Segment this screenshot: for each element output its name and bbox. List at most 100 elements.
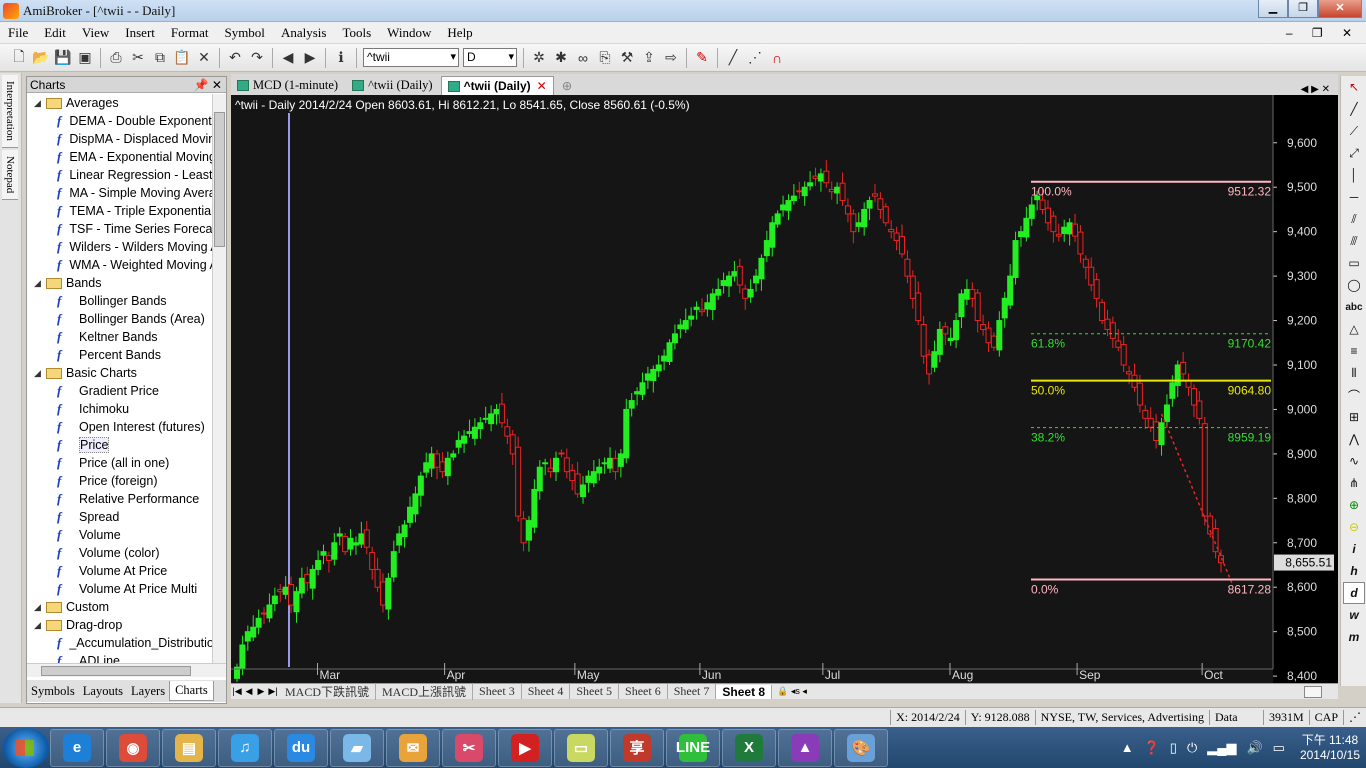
open-folder-icon[interactable]: 📂 <box>31 48 51 68</box>
new-tab-icon[interactable]: ⊕ <box>556 76 578 95</box>
tree-item[interactable]: f Bollinger Bands (Area) <box>27 310 213 328</box>
tree-item[interactable]: f Linear Regression - Least Squares <box>27 166 213 184</box>
tree-item[interactable]: f Wilders - Wilders Moving Average <box>27 238 213 256</box>
tree-horizontal-scrollbar[interactable] <box>27 663 226 677</box>
tab-charts[interactable]: Charts <box>169 681 214 701</box>
first-sheet-icon[interactable]: |◀ <box>231 686 243 697</box>
save-all-icon[interactable]: ▣ <box>75 48 95 68</box>
taskbar-app-file-explorer[interactable]: ▤ <box>162 728 216 767</box>
taskbar-app-chrome[interactable]: ◉ <box>106 728 160 767</box>
menu-format[interactable]: Format <box>163 25 217 41</box>
doc-tab-mcd[interactable]: MCD (1-minute) <box>231 76 344 95</box>
tree-vertical-scrollbar[interactable] <box>212 94 226 663</box>
menu-tools[interactable]: Tools <box>334 25 379 41</box>
clock[interactable]: 下午 11:48 2014/10/15 <box>1300 733 1360 763</box>
taskbar-app-mail[interactable]: ✉ <box>386 728 440 767</box>
taskbar-app-internet-explorer[interactable]: e <box>50 728 104 767</box>
sheet-tab[interactable]: Sheet 5 <box>570 684 620 699</box>
interpretation-tab[interactable]: Interpretation <box>2 75 18 148</box>
text-icon[interactable]: abc <box>1343 296 1365 318</box>
doc-tab-twii-2[interactable]: ^twii (Daily) ✕ <box>440 76 554 95</box>
taskbar-app-amibroker[interactable]: ▲ <box>778 728 832 767</box>
print-icon[interactable]: ⎙ <box>106 48 126 68</box>
taskbar-app-excel[interactable]: X <box>722 728 776 767</box>
taskbar-app-paint[interactable]: 🎨 <box>834 728 888 767</box>
rectangle-icon[interactable]: ▭ <box>1343 252 1365 274</box>
taskbar-app-snipping-tool[interactable]: ✂ <box>442 728 496 767</box>
menu-symbol[interactable]: Symbol <box>216 25 272 41</box>
zoom-in-icon[interactable]: ⊕ <box>1343 494 1365 516</box>
tree-item[interactable]: f Gradient Price <box>27 382 213 400</box>
tree-folder[interactable]: ◢ Drag-drop <box>27 616 213 634</box>
mdi-controls[interactable]: – ❐ ✕ <box>1286 26 1360 40</box>
sheet-tab[interactable]: Sheet 3 <box>473 684 522 699</box>
interval-i-icon[interactable]: i <box>1343 538 1365 560</box>
tab-layers[interactable]: Layers <box>127 684 169 699</box>
scroll-thumb[interactable] <box>41 666 191 676</box>
interval-h-icon[interactable]: h <box>1343 560 1365 582</box>
tree-item[interactable]: f DispMA - Displaced Moving Average <box>27 130 213 148</box>
dashed-line-icon[interactable]: ⋰ <box>745 48 765 68</box>
forward-icon[interactable]: ▶ <box>300 48 320 68</box>
taskbar-app-notes2[interactable]: ▭ <box>554 728 608 767</box>
copy-icon[interactable]: ⧉ <box>150 48 170 68</box>
price-chart-area[interactable]: 100.0% 9512.32 61.8% 9170.42 50.0% 9064.80 38.… <box>231 95 1338 685</box>
sheet-tab-active[interactable]: Sheet 8 <box>716 684 773 699</box>
ellipse-icon[interactable]: ◯ <box>1343 274 1365 296</box>
tree-item[interactable]: f TSF - Time Series Forecast <box>27 220 213 238</box>
trendline-icon[interactable]: ╱ <box>1343 98 1365 120</box>
tree-item[interactable]: f EMA - Exponential Moving Average <box>27 148 213 166</box>
export-icon[interactable]: ⇨ <box>661 48 681 68</box>
info-icon[interactable]: ℹ <box>331 48 351 68</box>
expand-arrow-icon[interactable]: ◢ <box>34 602 46 613</box>
help-icon[interactable]: ❓ <box>1144 740 1160 756</box>
tab-layouts[interactable]: Layouts <box>79 684 127 699</box>
tree-item[interactable]: f Volume At Price Multi <box>27 580 213 598</box>
taskbar-app-notes[interactable]: ▰ <box>330 728 384 767</box>
zigzag-icon[interactable]: ⋀ <box>1343 428 1365 450</box>
tree-folder[interactable]: ◢ Basic Charts <box>27 364 213 382</box>
symbol-combo[interactable]: ^twii <box>363 48 459 67</box>
triangle-icon[interactable]: △ <box>1343 318 1365 340</box>
undo-icon[interactable]: ↶ <box>225 48 245 68</box>
channel-icon[interactable]: ⫻ <box>1343 230 1365 252</box>
back-icon[interactable]: ◀ <box>278 48 298 68</box>
formula-icon[interactable]: ⎘ <box>595 48 615 68</box>
interval-m-icon[interactable]: m <box>1343 626 1365 648</box>
menu-insert[interactable]: Insert <box>117 25 163 41</box>
tree-item[interactable]: f Spread <box>27 508 213 526</box>
sheet-tab[interactable]: MACD上漲訊號 <box>376 683 474 700</box>
delete-icon[interactable]: ✕ <box>194 48 214 68</box>
tree-item[interactable]: f DEMA - Double Exponential Moving Averag… <box>27 112 213 130</box>
pin-icon[interactable]: 📌 ✕ <box>194 78 222 92</box>
tree-item[interactable]: f Relative Performance <box>27 490 213 508</box>
extended-line-icon[interactable]: ⤢ <box>1343 142 1365 164</box>
menu-file[interactable]: File <box>0 25 36 41</box>
tree-folder[interactable]: ◢ Custom <box>27 598 213 616</box>
expand-arrow-icon[interactable]: ◢ <box>34 98 46 109</box>
tree-folder[interactable]: ◢ Averages <box>27 94 213 112</box>
tree-item[interactable]: f _Accumulation_Distribution <box>27 634 213 652</box>
save-icon[interactable]: 💾 <box>53 48 73 68</box>
last-sheet-icon[interactable]: ▶| <box>267 686 279 697</box>
scroll-thumb[interactable] <box>214 112 225 247</box>
resize-grip-icon[interactable]: ⋰ <box>1343 710 1366 725</box>
maximize-button[interactable]: ❐ <box>1288 0 1318 18</box>
interval-w-icon[interactable]: w <box>1343 604 1365 626</box>
tree-item[interactable]: f MA - Simple Moving Average <box>27 184 213 202</box>
pitchfork-icon[interactable]: ⋔ <box>1343 472 1365 494</box>
tree-item[interactable]: f Volume At Price <box>27 562 213 580</box>
show-hidden-icon[interactable]: ▲ <box>1121 740 1134 755</box>
taskbar-app-dictionary[interactable]: 享 <box>610 728 664 767</box>
tree-item[interactable]: f Ichimoku <box>27 400 213 418</box>
menu-edit[interactable]: Edit <box>36 25 74 41</box>
sheet-tab[interactable]: Sheet 7 <box>668 684 717 699</box>
tree-folder[interactable]: ◢ Bands <box>27 274 213 292</box>
zoom-out-icon[interactable]: ⊖ <box>1343 516 1365 538</box>
fibonacci-icon[interactable]: ≡ <box>1343 340 1365 362</box>
candlestick-chart[interactable]: 100.0% 9512.32 61.8% 9170.42 50.0% 9064.80 38.… <box>231 95 1338 685</box>
tree-item[interactable]: f Keltner Bands <box>27 328 213 346</box>
expand-arrow-icon[interactable]: ◢ <box>34 368 46 379</box>
tab-symbols[interactable]: Symbols <box>27 684 79 699</box>
glasses-icon[interactable]: ∞ <box>573 48 593 68</box>
